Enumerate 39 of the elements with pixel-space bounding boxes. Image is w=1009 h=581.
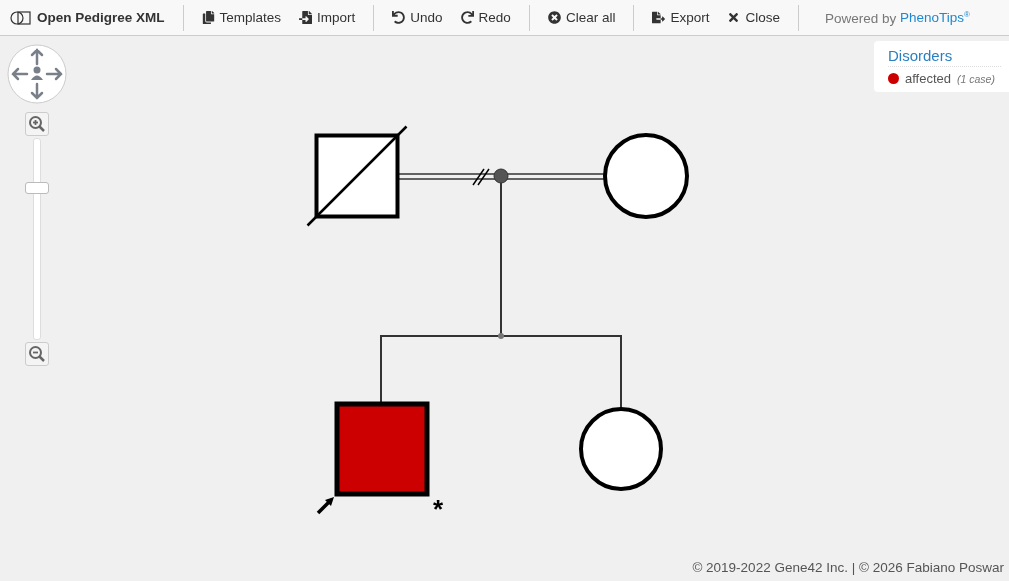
deceased-male-node[interactable] [314, 133, 400, 219]
proband-arrow [316, 497, 334, 515]
export-icon [652, 11, 666, 24]
open-pedigree-button[interactable]: Open Pedigree XML [10, 10, 165, 25]
female-node[interactable] [603, 133, 689, 219]
import-icon [299, 11, 313, 24]
phenotips-link[interactable]: PhenoTips$^{®}$ [900, 10, 970, 26]
affected-male-node[interactable] [334, 401, 430, 497]
legend-title: Disorders [888, 47, 1001, 67]
partnership-line[interactable] [397, 173, 606, 180]
zoom-slider[interactable] [25, 138, 49, 340]
toolbar-button[interactable]: Clear all [547, 10, 616, 25]
toolbar-button[interactable]: Export [652, 10, 710, 25]
toolbar-button[interactable]: Templates [201, 10, 282, 25]
close-icon [727, 11, 741, 24]
pan-control[interactable] [7, 44, 67, 104]
copy-icon [201, 11, 215, 24]
zoom-in-button[interactable] [25, 112, 49, 136]
disorder-label[interactable]: affected [905, 71, 952, 86]
toolbar-button[interactable]: Undo [392, 10, 443, 25]
zoom-slider-thumb[interactable] [25, 181, 49, 194]
separation-mark [472, 168, 490, 186]
female-node[interactable] [579, 407, 663, 491]
sibship-node [498, 333, 504, 339]
toolbar-button[interactable]: Close [727, 10, 780, 25]
zoom-out-icon [28, 345, 46, 363]
logo-icon [10, 10, 32, 25]
node-marker: * [433, 494, 444, 524]
copyright-text: © 2019-2022 Gene42 Inc. | © 2026 Fabiano Poswar [692, 560, 1004, 575]
toolbar-button[interactable]: Import [299, 10, 356, 25]
toolbar-button[interactable]: Redo [460, 10, 511, 25]
union-node[interactable] [493, 168, 509, 184]
undo-icon [392, 11, 406, 24]
redo-icon [460, 11, 474, 24]
clear-icon [547, 11, 561, 24]
powered-by-text: Powered by PhenoTips$^{®}$ [824, 9, 970, 26]
zoom-in-icon [28, 115, 46, 133]
case-count: (1 case) [957, 72, 995, 85]
zoom-out-button[interactable] [25, 342, 49, 366]
